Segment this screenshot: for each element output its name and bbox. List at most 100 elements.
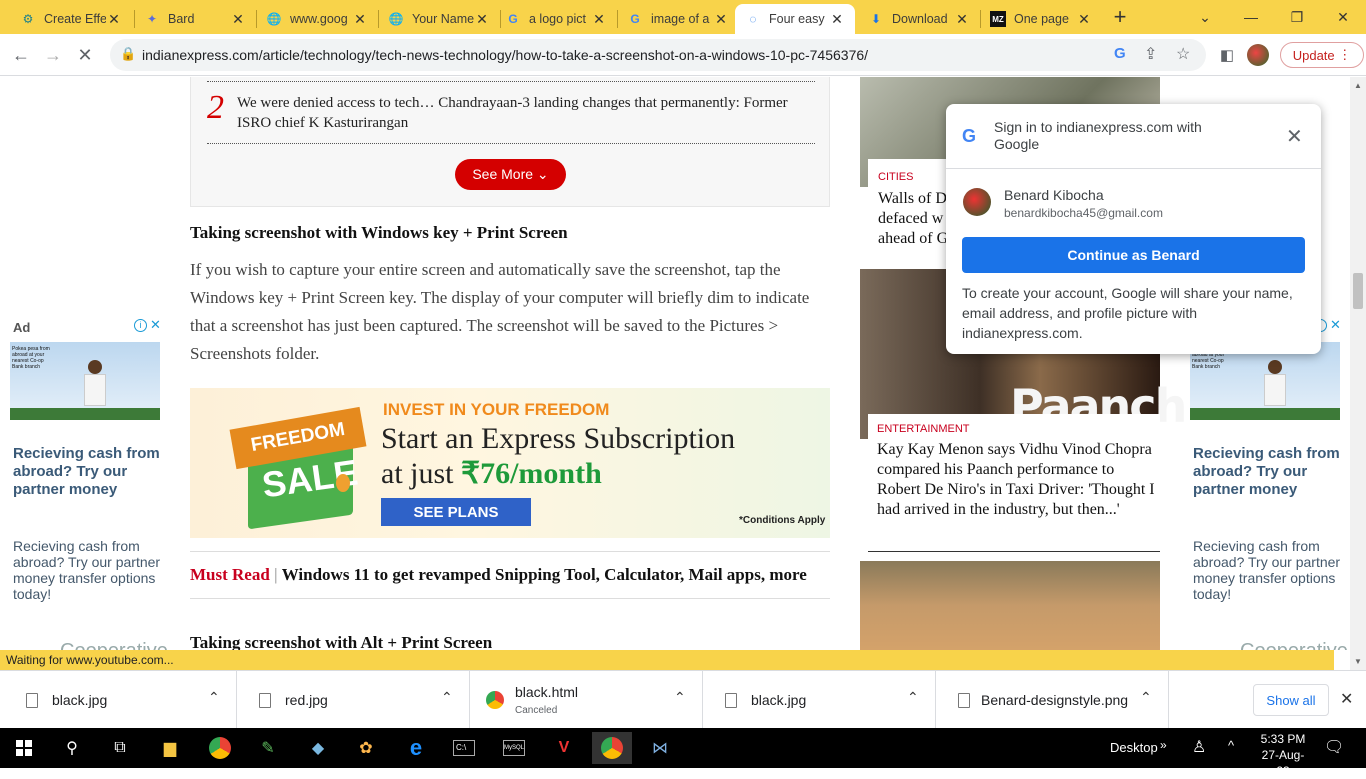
must-read[interactable]: Must Read | Windows 11 to get revamped S… [190, 551, 830, 599]
update-button[interactable]: Update ⋮ [1280, 42, 1364, 68]
close-tab-icon[interactable]: ✕ [591, 11, 607, 28]
ad-title-right[interactable]: Recieving cash from abroad? Try our part… [1193, 445, 1343, 499]
ad-description-right[interactable]: Recieving cash from abroad? Try our part… [1193, 538, 1343, 602]
chevron-up-icon[interactable]: ⌃ [1140, 689, 1152, 706]
tab-logo-pict[interactable]: G a logo pict ✕ [495, 4, 617, 34]
banner-headline: INVEST IN YOUR FREEDOM [383, 400, 610, 419]
search-icon[interactable]: ⚲ [52, 732, 92, 764]
tab-search-icon[interactable]: ⌄ [1182, 0, 1228, 34]
ad-title[interactable]: Recieving cash from abroad? Try our part… [13, 445, 163, 499]
forward-icon[interactable]: → [38, 40, 68, 70]
minimize-icon[interactable]: — [1228, 0, 1274, 34]
new-tab-icon[interactable]: + [1108, 4, 1132, 30]
profile-avatar[interactable] [1247, 44, 1269, 66]
tab-four-easy[interactable]: ◌ Four easy ✕ [735, 4, 855, 34]
mysql-icon[interactable]: MySQL [494, 732, 534, 764]
close-tab-icon[interactable]: ✕ [352, 11, 368, 28]
internet-explorer-icon[interactable]: e [396, 732, 436, 764]
news-category: ENTERTAINMENT [877, 423, 970, 435]
tab-download[interactable]: ⬇ Download ✕ [858, 4, 980, 34]
tab-your-name[interactable]: 🌐 Your Name ✕ [378, 4, 500, 34]
google-lens-icon[interactable]: G [1114, 45, 1126, 62]
chevron-up-icon[interactable]: ⌃ [441, 689, 453, 706]
trending-link[interactable]: We were denied access to tech… Chandraya… [237, 93, 797, 133]
close-tab-icon[interactable]: ✕ [1076, 11, 1092, 28]
bookmark-star-icon[interactable]: ☆ [1176, 44, 1190, 64]
chrome-profile-icon[interactable] [200, 732, 240, 764]
lock-icon[interactable]: 🔒 [120, 46, 136, 62]
close-tab-icon[interactable]: ✕ [713, 11, 729, 28]
ad-image[interactable]: Pokea pesa from abroad at your nearest C… [10, 342, 160, 420]
tab-create-effe[interactable]: ⚙ Create Effe ✕ [10, 4, 132, 34]
tab-one-page[interactable]: MZ One page ✕ [980, 4, 1102, 34]
terminal-icon[interactable]: C:\ [444, 732, 484, 764]
ad-close-icon[interactable]: ✕ [150, 317, 161, 333]
task-view-icon[interactable]: ⧉ [100, 732, 140, 764]
windows-start-icon[interactable] [4, 732, 44, 764]
file-icon [958, 693, 970, 708]
subscription-banner[interactable]: FREEDOM SALE INVEST IN YOUR FREEDOM Star… [190, 388, 830, 538]
address-bar[interactable]: 🔒 indianexpress.com/article/technology/t… [110, 39, 1206, 71]
toolbar-expand-icon[interactable]: » [1160, 738, 1167, 752]
close-tab-icon[interactable]: ✕ [829, 11, 845, 28]
scrollbar-thumb[interactable] [1353, 273, 1363, 309]
download-item[interactable]: black.jpg ⌃ [4, 671, 237, 729]
close-popup-icon[interactable]: ✕ [1286, 124, 1303, 149]
show-hidden-icons-icon[interactable]: ^ [1228, 738, 1234, 753]
ad-close-icon-right[interactable]: ✕ [1330, 317, 1341, 333]
clock-time: 5:33 PM [1260, 732, 1306, 746]
notification-icon[interactable]: 🗨 [1324, 737, 1344, 757]
chrome-active-icon[interactable] [592, 732, 632, 764]
see-plans-button[interactable]: SEE PLANS [381, 498, 531, 526]
see-more-button[interactable]: See More ⌄ [455, 159, 566, 190]
news-title[interactable]: Kay Kay Menon says Vidhu Vinod Chopra co… [877, 440, 1157, 520]
tab-bard[interactable]: ✦ Bard ✕ [134, 4, 256, 34]
chevron-up-icon[interactable]: ⌃ [208, 689, 220, 706]
tab-www-goog[interactable]: 🌐 www.goog ✕ [256, 4, 378, 34]
side-panel-icon[interactable]: ◧ [1212, 40, 1242, 70]
back-icon[interactable]: ← [6, 40, 36, 70]
download-item[interactable]: black.jpg ⌃ [703, 671, 936, 729]
google-icon: G [508, 12, 518, 26]
vs-code-icon[interactable]: ⋈ [640, 732, 680, 764]
windows-taskbar: ⚲ ⧉ ▆ ✎ ◆ ✿ e C:\ MySQL V ⋈ Desktop » ♙ … [0, 728, 1366, 778]
download-filename: black.jpg [751, 692, 807, 708]
stop-loading-icon[interactable]: ✕ [70, 40, 100, 70]
news-category: CITIES [878, 171, 914, 183]
news-card-entertainment[interactable]: ENTERTAINMENT Kay Kay Menon says Vidhu V… [868, 414, 1160, 552]
adchoices-icon[interactable]: i [134, 319, 147, 332]
globe-icon: 🌐 [388, 12, 404, 26]
ad-sponsor-right: Cooperative [1240, 640, 1348, 650]
close-tab-icon[interactable]: ✕ [954, 11, 970, 28]
close-tab-icon[interactable]: ✕ [106, 11, 122, 28]
notepad-plus-icon[interactable]: ✎ [248, 732, 288, 764]
signin-title: Sign in to indianexpress.com with Google [994, 119, 1202, 152]
chevron-up-icon[interactable]: ⌃ [907, 689, 919, 706]
close-tab-icon[interactable]: ✕ [230, 11, 246, 28]
download-item[interactable]: Benard-designstyle.png ⌃ [936, 671, 1169, 729]
share-icon[interactable]: ⇪ [1144, 44, 1157, 64]
app-icon[interactable]: ◆ [298, 732, 338, 764]
close-window-icon[interactable]: ✕ [1320, 0, 1366, 34]
paint-icon[interactable]: ✿ [346, 732, 386, 764]
must-read-link[interactable]: Windows 11 to get revamped Snipping Tool… [282, 565, 807, 584]
vlc-icon[interactable]: V [544, 732, 584, 764]
ad-image-text: Pokea pesa from abroad at your nearest C… [12, 346, 50, 370]
close-shelf-icon[interactable]: ✕ [1340, 689, 1353, 709]
page-scrollbar[interactable]: ▲ ▼ [1350, 77, 1366, 670]
continue-as-button[interactable]: Continue as Benard [962, 237, 1305, 273]
clock[interactable]: 5:33 PM 27-Aug-23 [1256, 731, 1310, 779]
ad-description[interactable]: Recieving cash from abroad? Try our part… [13, 538, 163, 602]
chevron-up-icon[interactable]: ⌃ [674, 689, 686, 706]
section-heading-alt: Taking screenshot with Alt + Print Scree… [190, 633, 493, 650]
tab-image-of[interactable]: G image of a ✕ [617, 4, 739, 34]
restore-icon[interactable]: ❐ [1274, 0, 1320, 34]
desktop-toolbar-label[interactable]: Desktop [1110, 740, 1158, 755]
download-item[interactable]: black.html Canceled ⌃ [470, 671, 703, 729]
people-icon[interactable]: ♙ [1192, 737, 1206, 757]
download-item[interactable]: red.jpg ⌃ [237, 671, 470, 729]
close-tab-icon[interactable]: ✕ [474, 11, 490, 28]
file-explorer-icon[interactable]: ▆ [150, 732, 190, 764]
news-image-crowd[interactable] [860, 561, 1160, 650]
show-all-button[interactable]: Show all [1253, 684, 1329, 716]
